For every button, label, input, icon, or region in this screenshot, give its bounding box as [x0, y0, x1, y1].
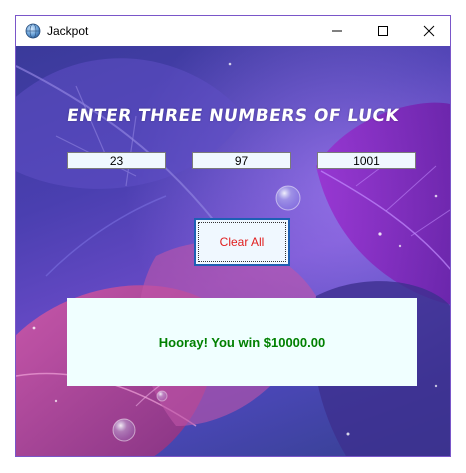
close-button[interactable] — [406, 16, 450, 46]
lucky-number-input-1[interactable] — [67, 152, 166, 169]
result-message: Hooray! You win $10000.00 — [158, 334, 326, 350]
clear-all-button-label: Clear All — [219, 235, 265, 249]
globe-icon — [25, 23, 41, 39]
result-panel: Hooray! You win $10000.00 — [67, 298, 417, 386]
minimize-icon — [332, 30, 342, 32]
window-title: Jackpot — [47, 24, 89, 38]
page-heading: ENTER THREE NUMBERS OF LUCK — [65, 106, 401, 126]
lucky-number-input-3[interactable] — [317, 152, 416, 169]
lucky-number-input-2[interactable] — [192, 152, 291, 169]
title-bar[interactable]: Jackpot — [16, 16, 450, 46]
form-client-area: ENTER THREE NUMBERS OF LUCK Clear All Ho… — [16, 46, 450, 456]
minimize-button[interactable] — [314, 16, 360, 46]
close-icon — [423, 25, 435, 37]
jackpot-window: Jackpot ENTER THREE NUMBERS OF LUCK 23 9… — [15, 15, 451, 457]
maximize-icon — [378, 26, 388, 36]
maximize-button[interactable] — [360, 16, 406, 46]
clear-all-button[interactable]: Clear All — [194, 218, 290, 266]
